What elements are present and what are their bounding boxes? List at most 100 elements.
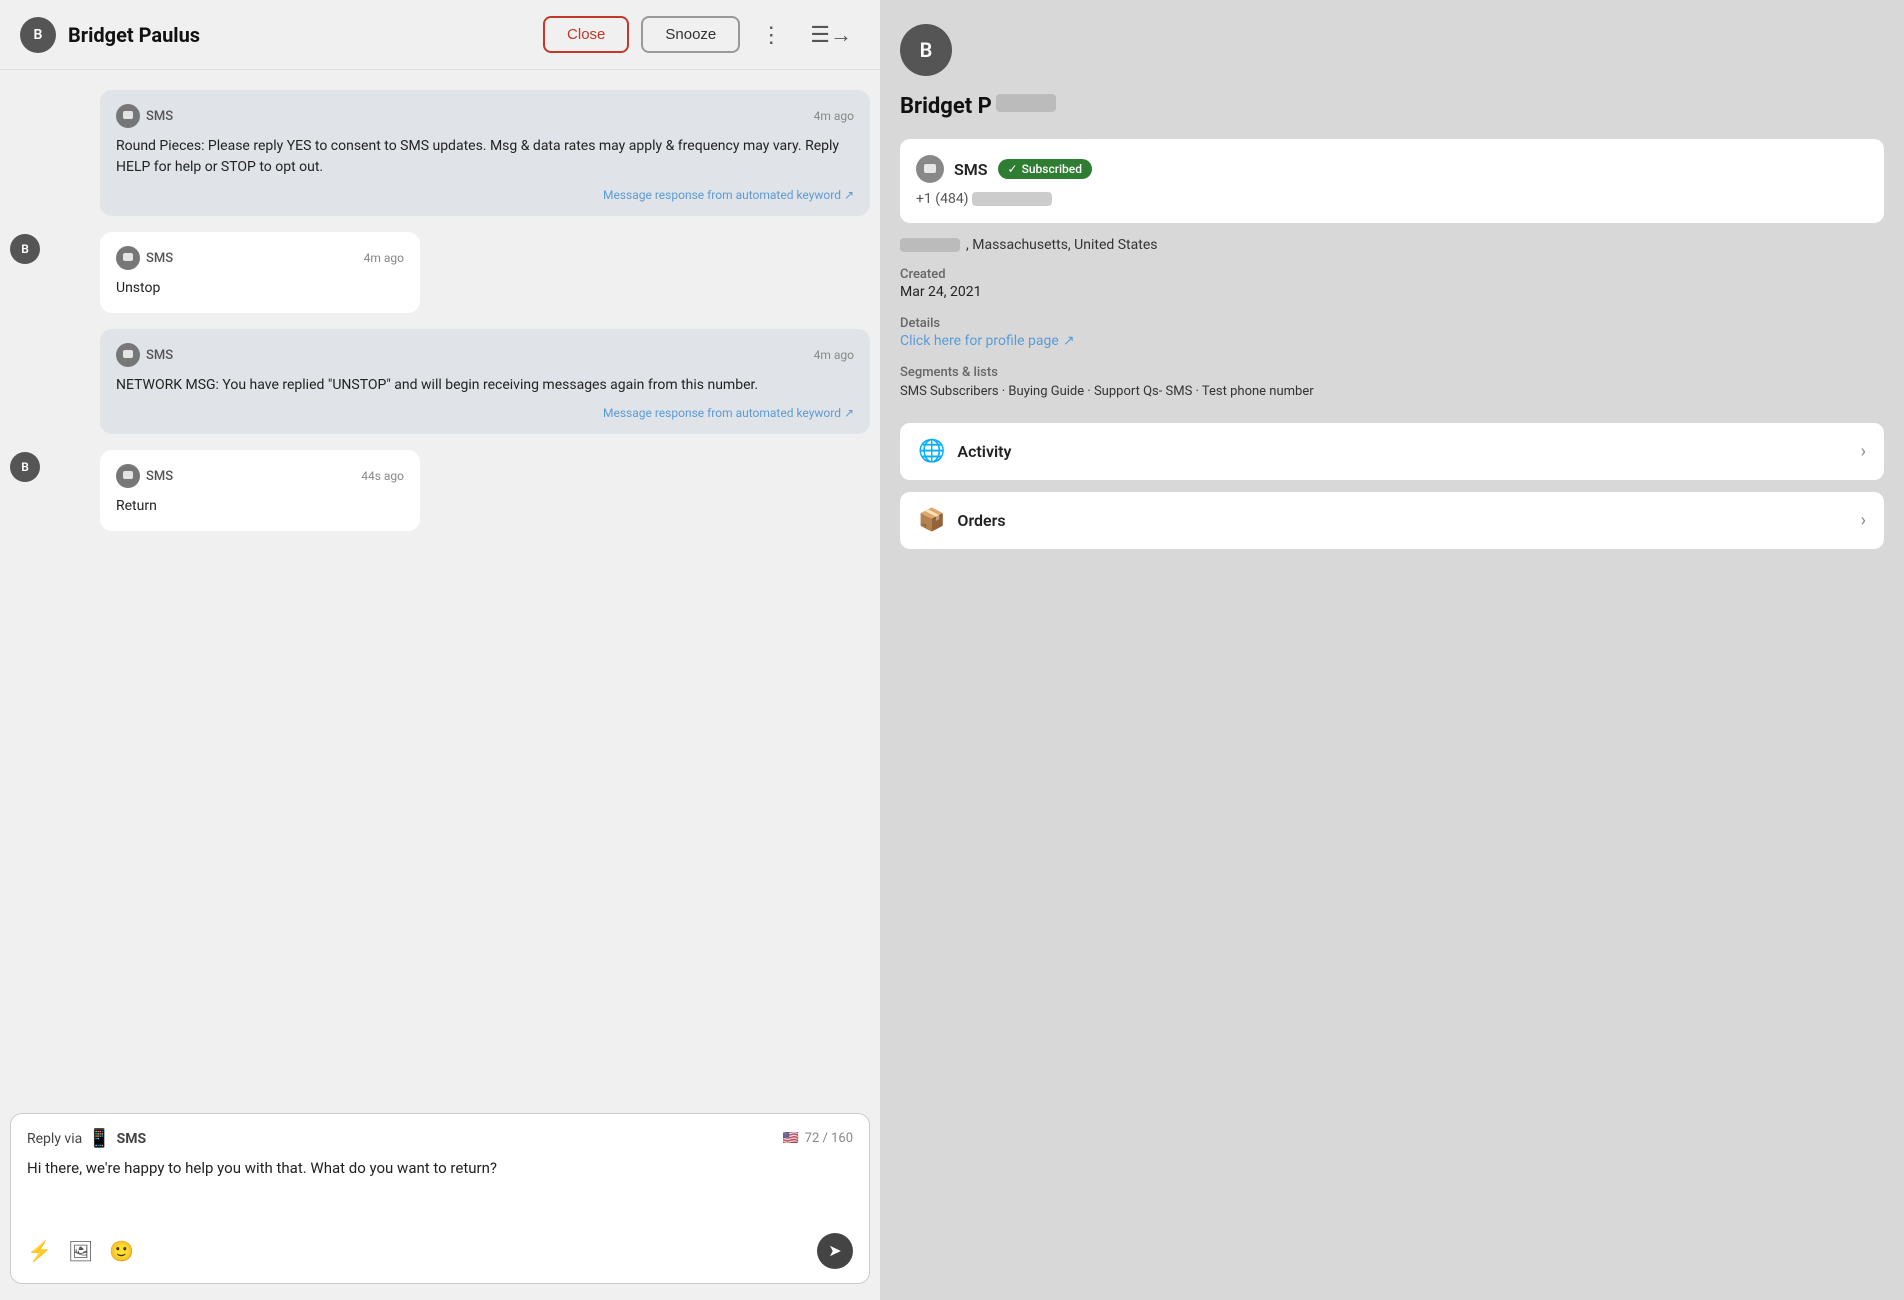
message-channel: SMS [116, 104, 173, 128]
char-counter: 72 / 160 [805, 1131, 853, 1146]
table-row: B SMS 44s ago Return [10, 450, 870, 531]
message-text-4: Return [116, 496, 404, 517]
message-time-3: 4m ago [814, 348, 854, 362]
reply-channel-label: SMS [117, 1131, 147, 1147]
profile-link-text: Click here for profile page [900, 333, 1059, 349]
channel-label: SMS [146, 348, 173, 363]
three-dots-icon: ⋮ [760, 22, 782, 48]
contact-header: B [900, 24, 1884, 76]
subscribed-label: Subscribed [1022, 162, 1082, 176]
reply-counter: 🇺🇸 72 / 160 [782, 1131, 853, 1146]
lightning-icon: ⚡ [27, 1241, 52, 1263]
more-options-button[interactable]: ⋮ [752, 18, 790, 52]
message-time-4: 44s ago [361, 469, 404, 483]
sms-icon [116, 104, 140, 128]
activity-card[interactable]: 🌐 Activity › [900, 423, 1884, 480]
header-avatar: B [20, 17, 56, 53]
reply-tools: ⚡ 🖼 🙂 [27, 1239, 134, 1264]
orders-label: Orders [957, 511, 1005, 530]
reply-box: Reply via 📱 SMS 🇺🇸 72 / 160 Hi there, we… [10, 1113, 870, 1284]
profile-link[interactable]: Click here for profile page ↗ [900, 333, 1884, 349]
message-text-1: Round Pieces: Please reply YES to consen… [116, 136, 854, 178]
orders-icon: 📦 [918, 508, 945, 533]
details-label: Details [900, 316, 1884, 331]
message-channel: SMS [116, 246, 173, 270]
location-text: , Massachusetts, United States [966, 237, 1157, 253]
emoji-icon: 🙂 [109, 1241, 134, 1263]
send-button[interactable]: ➤ [817, 1233, 853, 1269]
right-panel: B Bridget P SMS ✓ Subscribed +1 (484) , … [880, 0, 1904, 1300]
image-icon: 🖼 [68, 1241, 93, 1263]
conversation-header: B Bridget Paulus Close Snooze ⋮ ☰→ [0, 0, 880, 70]
header-contact-name: Bridget Paulus [68, 23, 531, 47]
sms-phone-icon: 📱 [88, 1128, 110, 1149]
send-icon: ➤ [828, 1241, 841, 1261]
channel-label: SMS [146, 109, 173, 124]
sms-icon [116, 464, 140, 488]
phone-blur [972, 192, 1052, 206]
activity-label: Activity [957, 442, 1011, 461]
snooze-button[interactable]: Snooze [641, 16, 740, 53]
external-link-icon: ↗ [1063, 333, 1075, 349]
segments-section: Segments & lists SMS Subscribers · Buyin… [900, 365, 1884, 403]
location-blur [900, 238, 960, 252]
assign-icon: ☰→ [810, 22, 852, 48]
activity-icon: 🌐 [918, 439, 945, 464]
contact-avatar: B [900, 24, 952, 76]
channel-label: SMS [146, 469, 173, 484]
image-button[interactable]: 🖼 [68, 1239, 93, 1264]
message-time-2: 4m ago [364, 251, 404, 265]
created-section: Created Mar 24, 2021 [900, 267, 1884, 300]
sms-icon [116, 343, 140, 367]
activity-left: 🌐 Activity [918, 439, 1011, 464]
message-text-3: NETWORK MSG: You have replied "UNSTOP" a… [116, 375, 854, 396]
reply-input[interactable]: Hi there, we're happy to help you with t… [27, 1159, 853, 1219]
outbound-avatar: B [10, 234, 40, 264]
segments-text: SMS Subscribers · Buying Guide · Support… [900, 382, 1884, 403]
message-channel: SMS [116, 464, 173, 488]
message-time-1: 4m ago [814, 109, 854, 123]
sms-label: SMS [954, 160, 988, 179]
reply-via: Reply via 📱 SMS [27, 1128, 146, 1149]
activity-chevron-icon: › [1861, 441, 1866, 462]
reply-via-label: Reply via [27, 1131, 82, 1147]
close-button[interactable]: Close [543, 16, 629, 53]
message-bubble-2: SMS 4m ago Unstop [100, 232, 420, 313]
message-footer-3[interactable]: Message response from automated keyword … [116, 406, 854, 420]
segments-label: Segments & lists [900, 365, 1884, 380]
table-row: B SMS 4m ago Unstop [10, 232, 870, 313]
created-date: Mar 24, 2021 [900, 284, 1884, 300]
contact-name: Bridget P [900, 94, 992, 119]
assign-button[interactable]: ☰→ [802, 18, 860, 52]
message-bubble-3: SMS 4m ago NETWORK MSG: You have replied… [100, 329, 870, 434]
subscribed-badge: ✓ Subscribed [998, 159, 1092, 179]
sms-channel-icon [916, 155, 944, 183]
left-panel: B Bridget Paulus Close Snooze ⋮ ☰→ [0, 0, 880, 1300]
created-label: Created [900, 267, 1884, 282]
table-row: SMS 4m ago NETWORK MSG: You have replied… [10, 329, 870, 434]
message-bubble-4: SMS 44s ago Return [100, 450, 420, 531]
check-icon: ✓ [1008, 162, 1018, 176]
message-bubble-1: SMS 4m ago Round Pieces: Please reply YE… [100, 90, 870, 216]
phone-number: +1 (484) [916, 191, 1868, 207]
location-row: , Massachusetts, United States [900, 237, 1884, 253]
reply-header: Reply via 📱 SMS 🇺🇸 72 / 160 [27, 1128, 853, 1149]
sms-info-card: SMS ✓ Subscribed +1 (484) [900, 139, 1884, 223]
orders-left: 📦 Orders [918, 508, 1006, 533]
quick-replies-button[interactable]: ⚡ [27, 1239, 52, 1264]
message-text-2: Unstop [116, 278, 404, 299]
message-footer-1[interactable]: Message response from automated keyword … [116, 188, 854, 202]
sms-icon [116, 246, 140, 270]
orders-chevron-icon: › [1861, 510, 1866, 531]
contact-name-blur [996, 94, 1056, 112]
sms-row: SMS ✓ Subscribed [916, 155, 1868, 183]
reply-toolbar: ⚡ 🖼 🙂 ➤ [27, 1233, 853, 1269]
channel-label: SMS [146, 251, 173, 266]
messages-area: SMS 4m ago Round Pieces: Please reply YE… [0, 70, 880, 1113]
table-row: SMS 4m ago Round Pieces: Please reply YE… [10, 90, 870, 216]
outbound-avatar-2: B [10, 452, 40, 482]
message-channel: SMS [116, 343, 173, 367]
emoji-button[interactable]: 🙂 [109, 1239, 134, 1264]
orders-card[interactable]: 📦 Orders › [900, 492, 1884, 549]
flag-icon: 🇺🇸 [782, 1131, 798, 1146]
